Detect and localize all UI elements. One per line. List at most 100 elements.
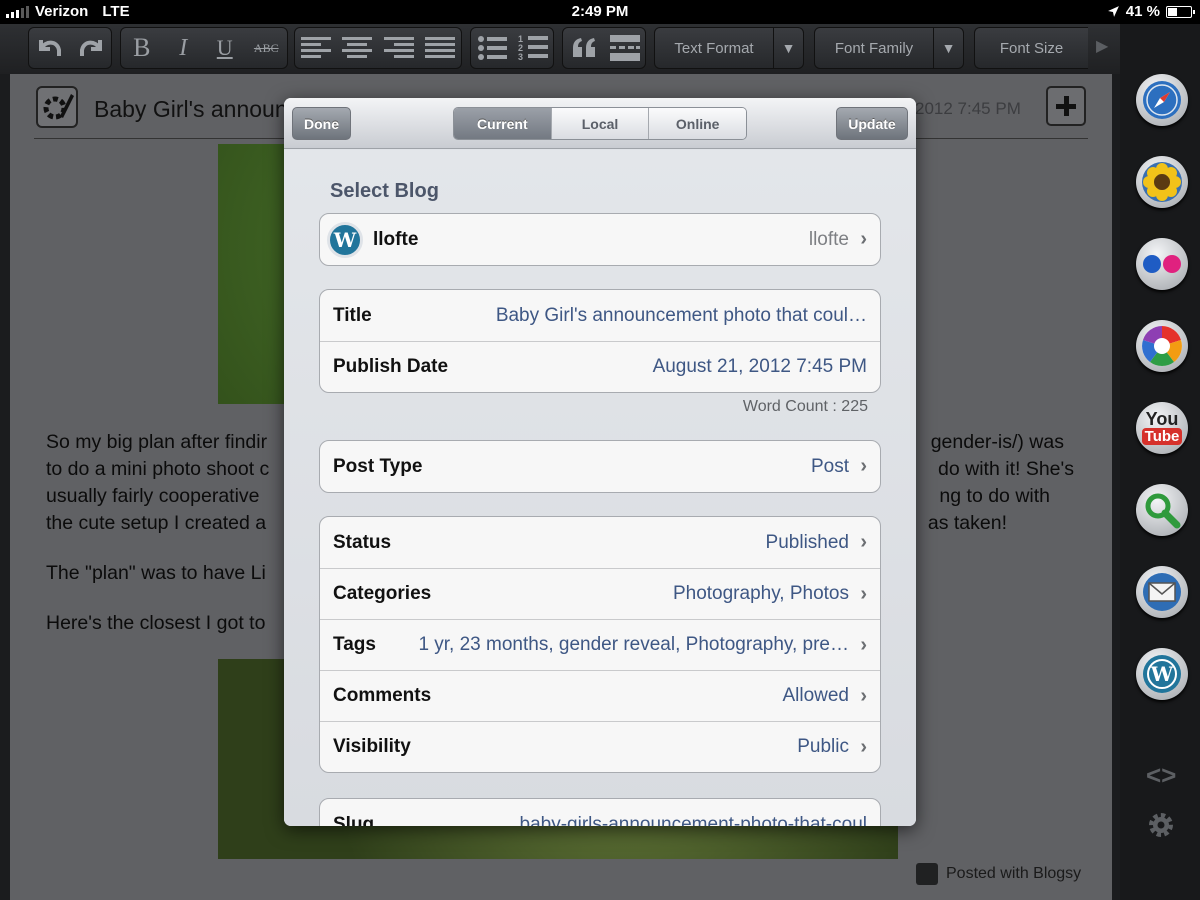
sunflower-icon[interactable] bbox=[1136, 156, 1188, 208]
visibility-row[interactable]: Visibility Public › bbox=[320, 721, 880, 772]
blogsy-icon bbox=[916, 863, 938, 885]
strikethrough-button[interactable]: ABC bbox=[248, 30, 284, 66]
battery-percent: 41 % bbox=[1125, 3, 1160, 20]
align-left-button[interactable] bbox=[298, 30, 334, 66]
redo-button[interactable] bbox=[73, 30, 109, 66]
status-bar: Verizon LTE 2:49 PM 41 % bbox=[0, 0, 1200, 24]
segment-online[interactable]: Online bbox=[648, 108, 746, 139]
blog-value: llofte bbox=[808, 228, 849, 250]
title-label: Title bbox=[333, 304, 372, 326]
comments-label: Comments bbox=[333, 685, 432, 706]
page-break-icon bbox=[609, 35, 640, 61]
safari-icon[interactable] bbox=[1136, 74, 1188, 126]
slug-value: baby-girls-announcement-photo-that-coul bbox=[519, 813, 867, 827]
block-group bbox=[562, 27, 646, 69]
post-meta-group: Status Published › Categories Photograph… bbox=[319, 516, 881, 773]
post-settings-popover: Done Current Local Online Update Select … bbox=[284, 98, 916, 826]
tags-row[interactable]: Tags 1 yr, 23 months, gender reveal, Pho… bbox=[320, 619, 880, 670]
chevron-right-icon: › bbox=[860, 582, 867, 605]
italic-button[interactable]: I bbox=[165, 30, 201, 66]
categories-value: Photography, Photos bbox=[672, 583, 849, 604]
undo-icon bbox=[38, 40, 61, 56]
update-button[interactable]: Update bbox=[836, 107, 908, 140]
segment-current[interactable]: Current bbox=[454, 108, 551, 139]
tags-label: Tags bbox=[333, 634, 376, 655]
body-line: gender-is/) was bbox=[930, 431, 1064, 453]
battery-icon bbox=[1166, 5, 1195, 18]
post-type-group: Post Type Post › bbox=[319, 440, 881, 493]
formatting-toolbar: B I U ABC 123 Text Format ▼ Font Family … bbox=[0, 24, 1120, 74]
post-type-row[interactable]: Post Type Post › bbox=[320, 441, 880, 492]
bullet-list-icon bbox=[477, 36, 507, 60]
clock: 2:49 PM bbox=[571, 3, 629, 20]
publish-date-row[interactable]: Publish Date August 21, 2012 7:45 PM bbox=[320, 341, 880, 392]
font-family-dropdown[interactable]: Font Family ▼ bbox=[814, 27, 964, 69]
source-segmented-control: Current Local Online bbox=[453, 107, 747, 140]
add-post-button[interactable] bbox=[1046, 86, 1086, 126]
mail-icon[interactable] bbox=[1136, 566, 1188, 618]
youtube-top-label: You bbox=[1145, 409, 1179, 429]
numbered-list-button[interactable]: 123 bbox=[515, 30, 551, 66]
chevron-right-icon: › bbox=[860, 684, 867, 707]
body-line: the cute setup I created a bbox=[46, 512, 267, 534]
status-value: Published bbox=[765, 531, 849, 553]
status-row[interactable]: Status Published › bbox=[320, 517, 880, 568]
body-line: to do a mini photo shoot c bbox=[46, 458, 270, 480]
bold-button[interactable]: B bbox=[124, 30, 160, 66]
underline-button[interactable]: U bbox=[207, 30, 243, 66]
service-sidebar: You Tube W <> bbox=[1120, 24, 1200, 900]
body-line: do with it! She's bbox=[938, 458, 1074, 480]
comments-value: Allowed bbox=[782, 685, 849, 706]
categories-label: Categories bbox=[333, 583, 432, 604]
visibility-label: Visibility bbox=[333, 736, 411, 757]
text-style-group: B I U ABC bbox=[120, 27, 288, 69]
title-date-group: Title Baby Girl's announcement photo tha… bbox=[319, 289, 881, 393]
history-group bbox=[28, 27, 112, 69]
font-size-dropdown[interactable]: Font Size bbox=[974, 27, 1088, 69]
align-center-icon bbox=[342, 37, 373, 58]
post-settings-button[interactable] bbox=[36, 86, 78, 128]
redo-icon bbox=[79, 40, 102, 56]
settings-gear-icon[interactable] bbox=[1144, 808, 1178, 849]
align-right-button[interactable] bbox=[381, 30, 417, 66]
toolbar-scroll-right-icon[interactable]: ▶ bbox=[1096, 36, 1108, 56]
post-type-label: Post Type bbox=[333, 455, 423, 477]
settings-list[interactable]: Select Blog W llofte llofte › Title Baby… bbox=[284, 150, 916, 826]
wordpress-icon[interactable]: W bbox=[1136, 648, 1188, 700]
gear-pencil-icon bbox=[43, 94, 74, 120]
segment-local[interactable]: Local bbox=[550, 108, 649, 139]
justify-button[interactable] bbox=[422, 30, 458, 66]
code-view-icon[interactable]: <> bbox=[1146, 760, 1176, 791]
search-icon[interactable] bbox=[1136, 484, 1188, 536]
undo-button[interactable] bbox=[32, 30, 68, 66]
align-right-icon bbox=[383, 37, 414, 58]
chevron-down-icon: ▼ bbox=[933, 28, 963, 68]
body-line: ng to do with bbox=[939, 485, 1050, 507]
body-line: So my big plan after findir bbox=[46, 431, 268, 453]
list-group: 123 bbox=[470, 27, 554, 69]
picasa-icon[interactable] bbox=[1136, 320, 1188, 372]
text-format-label: Text Format bbox=[674, 39, 754, 57]
chevron-right-icon: › bbox=[860, 633, 867, 656]
publish-date-value: August 21, 2012 7:45 PM bbox=[652, 356, 867, 377]
blockquote-button[interactable] bbox=[566, 30, 602, 66]
slug-row[interactable]: Slug baby-girls-announcement-photo-that-… bbox=[320, 799, 880, 827]
status-label: Status bbox=[333, 531, 392, 553]
youtube-icon[interactable]: You Tube bbox=[1136, 402, 1188, 454]
flickr-icon[interactable] bbox=[1136, 238, 1188, 290]
align-center-button[interactable] bbox=[339, 30, 375, 66]
bullet-list-button[interactable] bbox=[474, 30, 510, 66]
comments-row[interactable]: Comments Allowed › bbox=[320, 670, 880, 721]
title-row[interactable]: Title Baby Girl's announcement photo tha… bbox=[320, 290, 880, 341]
categories-row[interactable]: Categories Photography, Photos › bbox=[320, 568, 880, 619]
chevron-down-icon: ▼ bbox=[773, 28, 803, 68]
chevron-right-icon: › bbox=[860, 531, 867, 553]
text-format-dropdown[interactable]: Text Format ▼ bbox=[654, 27, 804, 69]
word-count: Word Count : 225 bbox=[742, 398, 868, 415]
justify-icon bbox=[425, 37, 456, 58]
done-button[interactable]: Done bbox=[292, 107, 351, 140]
more-break-button[interactable] bbox=[607, 30, 643, 66]
blog-row[interactable]: W llofte llofte › bbox=[320, 214, 880, 265]
post-title[interactable]: Baby Girl's announ bbox=[94, 96, 288, 123]
posted-with-label: Posted with Blogsy bbox=[946, 865, 1082, 882]
